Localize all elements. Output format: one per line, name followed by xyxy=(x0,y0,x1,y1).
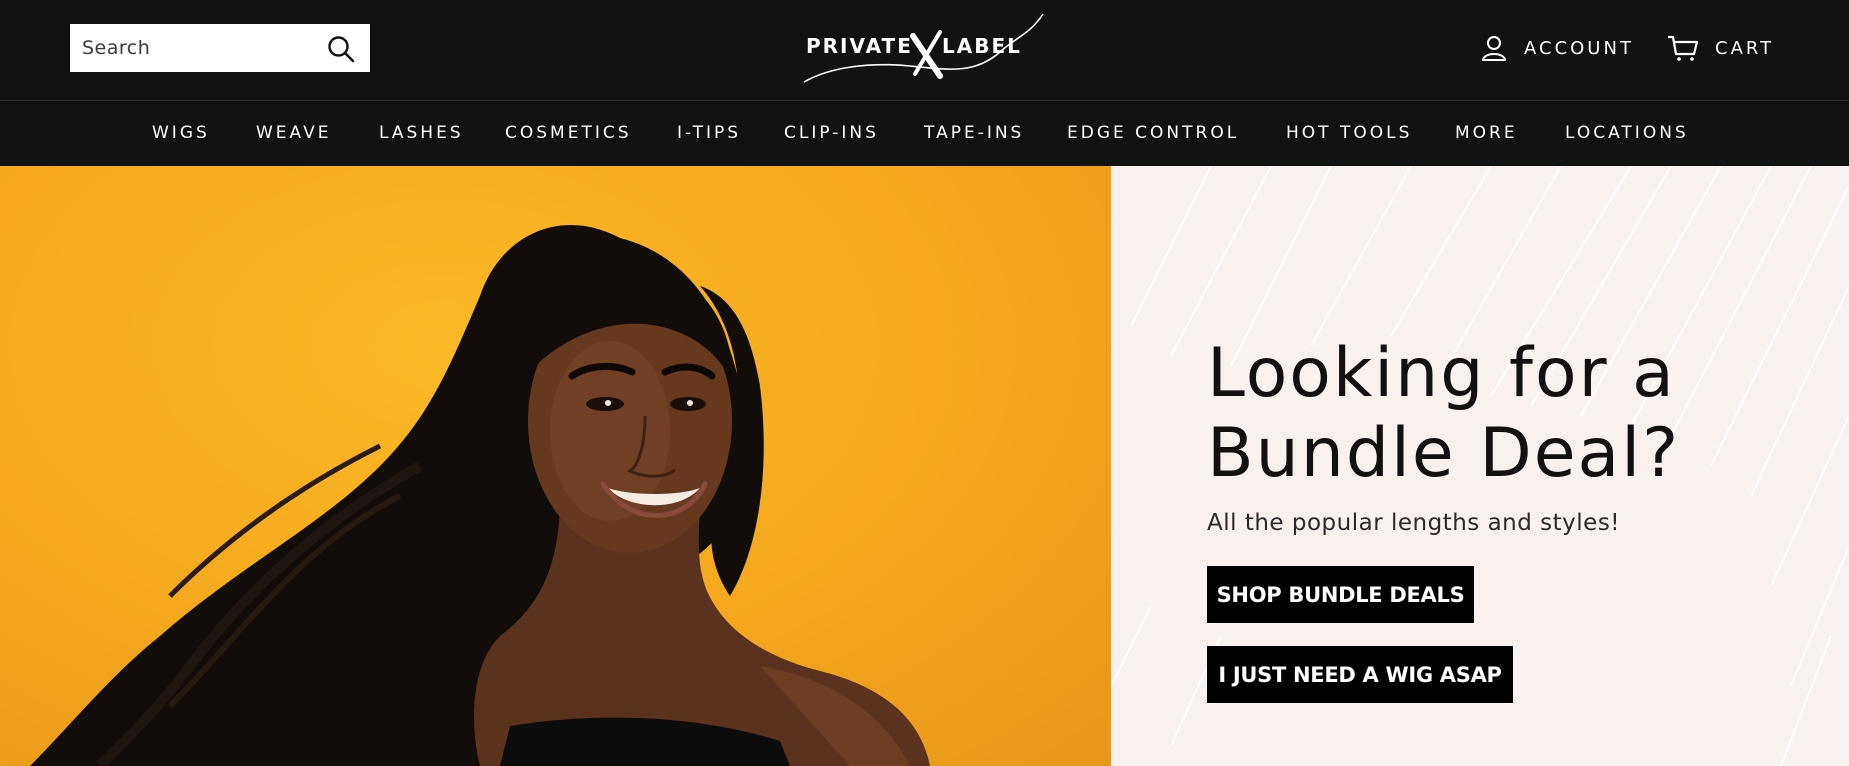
nav-item-cosmetics[interactable]: COSMETICS xyxy=(505,101,632,167)
nav-item-more[interactable]: MORE xyxy=(1455,101,1518,167)
search-button[interactable] xyxy=(326,34,356,64)
search-form xyxy=(70,24,370,72)
search-input[interactable] xyxy=(70,24,320,72)
nav-item-clip-ins[interactable]: CLIP-INS xyxy=(784,101,879,167)
cart-link[interactable]: CART xyxy=(1667,34,1774,62)
hero-image xyxy=(0,166,1111,766)
logo-text-right: LABEL xyxy=(942,34,1022,58)
nav-item-lashes[interactable]: LASHES xyxy=(379,101,464,167)
site-logo[interactable]: PRIVATE LABEL xyxy=(800,12,1045,84)
account-icon xyxy=(1482,36,1506,61)
nav-item-weave[interactable]: WEAVE xyxy=(256,101,331,167)
hero-title-line-2: Bundle Deal? xyxy=(1207,414,1681,493)
account-label: ACCOUNT xyxy=(1524,37,1634,59)
site-header: PRIVATE LABEL ACCOUNT CART xyxy=(0,0,1849,100)
logo-text-left: PRIVATE xyxy=(806,34,913,58)
cart-icon xyxy=(1668,35,1699,61)
nav-item-i-tips[interactable]: I-TIPS xyxy=(677,101,741,167)
cart-label: CART xyxy=(1715,37,1775,59)
account-link[interactable]: ACCOUNT xyxy=(1480,34,1634,62)
nav-item-hot-tools[interactable]: HOT TOOLS xyxy=(1286,101,1412,167)
nav-item-wigs[interactable]: WIGS xyxy=(152,101,210,167)
nav-item-edge-control[interactable]: EDGE CONTROL xyxy=(1067,101,1239,167)
hero-subtitle: All the popular lengths and styles! xyxy=(1207,510,1621,536)
model-portrait xyxy=(30,225,930,766)
shop-bundle-deals-button[interactable]: SHOP BUNDLE DEALS xyxy=(1207,566,1474,623)
wig-asap-button[interactable]: I JUST NEED A WIG ASAP xyxy=(1207,646,1513,703)
nav-item-locations[interactable]: LOCATIONS xyxy=(1565,101,1689,167)
hero-title-line-1: Looking for a xyxy=(1207,334,1676,413)
hero-title: Looking for a Bundle Deal? xyxy=(1207,334,1807,494)
search-icon xyxy=(328,36,355,63)
nav-item-tape-ins[interactable]: TAPE-INS xyxy=(924,101,1024,167)
hero-content-panel: Looking for a Bundle Deal? All the popul… xyxy=(1111,166,1849,766)
main-nav: WIGS WEAVE LASHES COSMETICS I-TIPS CLIP-… xyxy=(0,100,1849,166)
